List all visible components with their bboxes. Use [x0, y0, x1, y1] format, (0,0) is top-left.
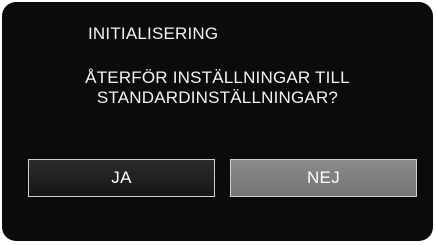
- initialization-dialog: INITIALISERING ÅTERFÖR INSTÄLLNINGAR TIL…: [2, 2, 433, 241]
- yes-button-label: JA: [111, 168, 132, 187]
- no-button[interactable]: NEJ: [230, 159, 417, 197]
- no-button-label: NEJ: [306, 168, 341, 187]
- dialog-question-line-1: ÅTERFÖR INSTÄLLNINGAR TILL: [85, 68, 350, 87]
- yes-button[interactable]: JA: [28, 159, 215, 197]
- dialog-title: INITIALISERING: [88, 24, 219, 43]
- dialog-question-line-2: STANDARDINSTÄLLNINGAR?: [96, 88, 339, 107]
